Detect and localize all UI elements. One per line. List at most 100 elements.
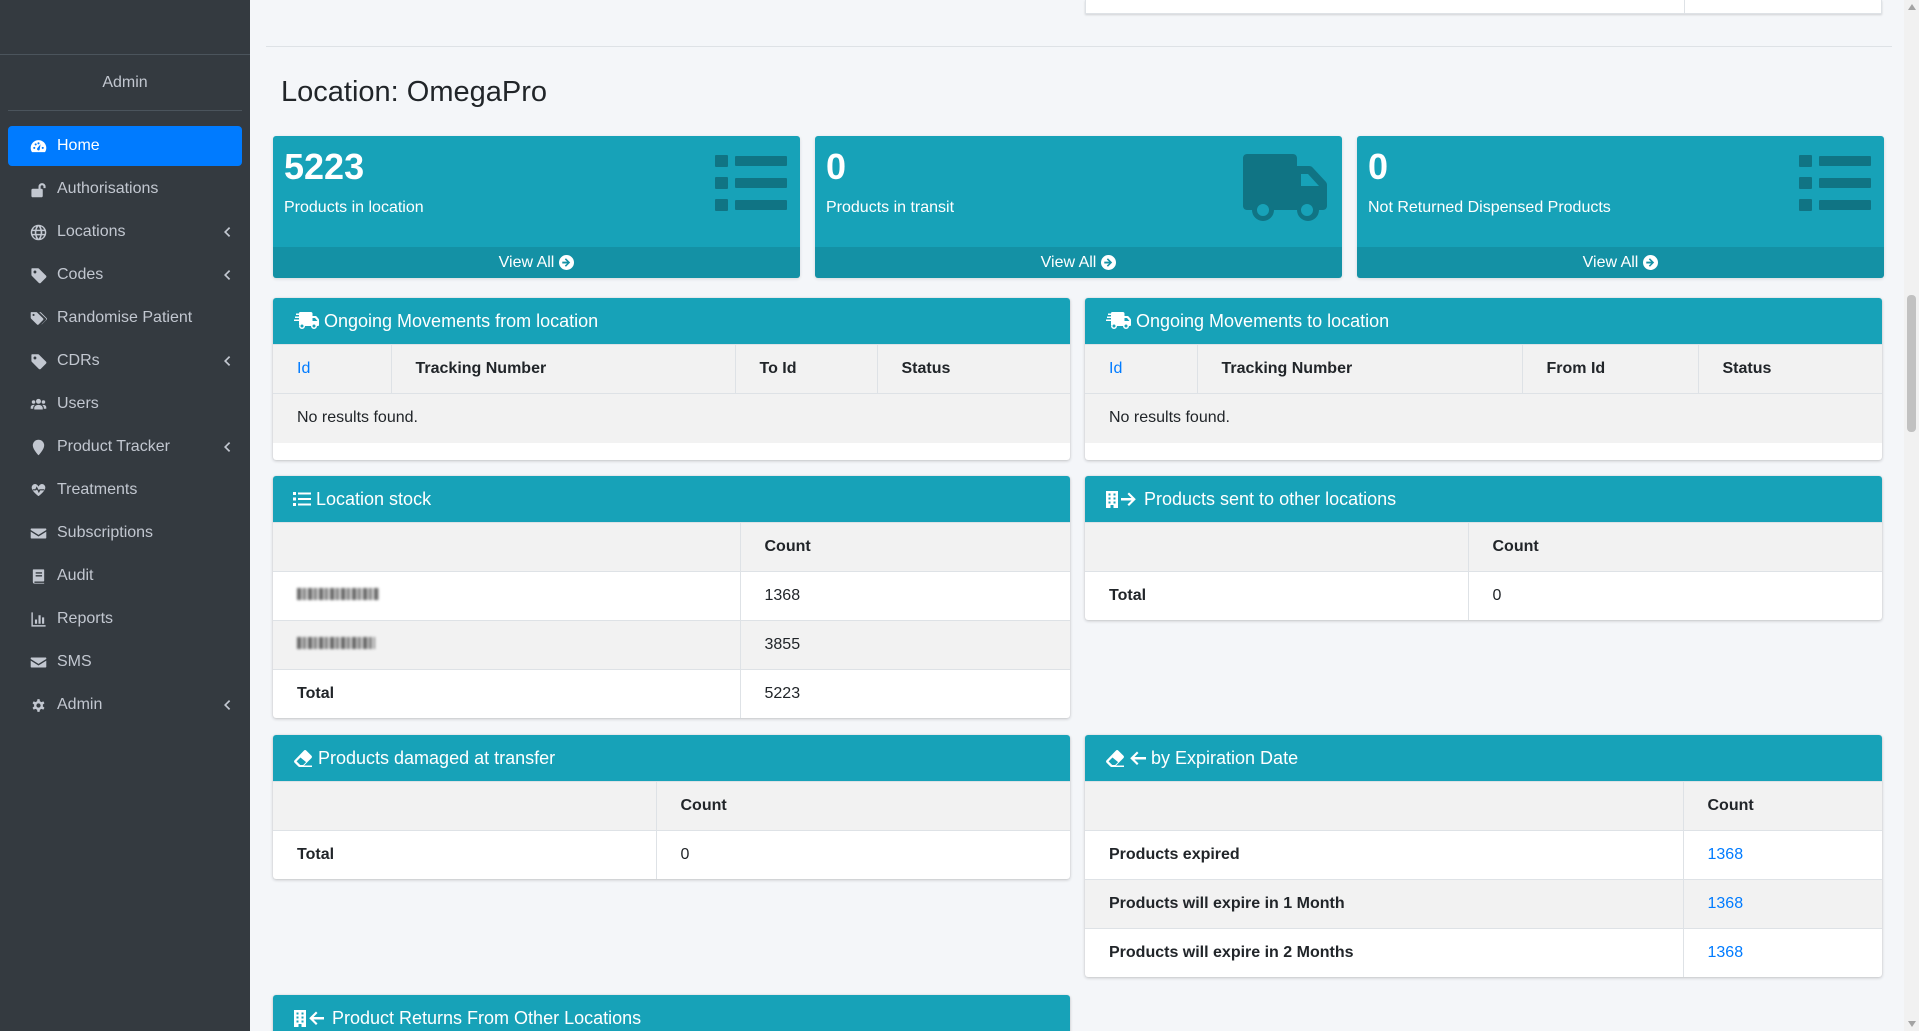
card-title: by Expiration Date: [1151, 747, 1299, 768]
total-row: Total 0: [1085, 571, 1882, 620]
column-header-id[interactable]: Id: [273, 344, 391, 394]
globe-icon: [28, 223, 48, 241]
sidebar-item-authorisations[interactable]: Authorisations: [8, 169, 242, 209]
card-header: Ongoing Movements from location: [273, 298, 1070, 344]
previous-section-table: [1085, 0, 1882, 14]
card-title: Ongoing Movements to location: [1136, 310, 1390, 331]
table-row: Products expired 1368: [1085, 830, 1882, 880]
arrow-left-icon: [1130, 749, 1146, 767]
tag-icon: [28, 352, 48, 370]
column-header-label: [1085, 522, 1468, 572]
sidebar-item-label: CDRs: [57, 352, 100, 369]
product-count: 1368: [739, 571, 1070, 621]
card-header: Ongoing Movements to location: [1085, 298, 1882, 344]
product-returns-card: Product Returns From Other Locations: [273, 995, 1070, 1031]
table-row: 1368: [273, 571, 1070, 621]
sidebar-item-codes[interactable]: Codes: [8, 255, 242, 295]
sidebar-nav: Home Authorisations Locations Codes Rand…: [0, 111, 250, 725]
sidebar-item-label: Users: [57, 395, 99, 412]
map-marker-icon: [28, 438, 48, 456]
view-all-label: View All: [1582, 253, 1639, 271]
column-header-from-id: From Id: [1521, 344, 1698, 394]
card-title: Products sent to other locations: [1144, 488, 1397, 509]
column-header-label: [273, 781, 656, 831]
sidebar-item-label: Locations: [57, 223, 126, 240]
sidebar-item-label: SMS: [57, 653, 92, 670]
sidebar-item-reports[interactable]: Reports: [8, 599, 242, 639]
sidebar-item-treatments[interactable]: Treatments: [8, 470, 242, 510]
movements-from-table: Id Tracking Number To Id Status No resul…: [273, 344, 1070, 443]
unlock-icon: [28, 180, 48, 198]
user-name[interactable]: Admin: [102, 74, 147, 92]
box-label: Products in transit: [826, 199, 955, 216]
movements-to-table: Id Tracking Number From Id Status No res…: [1085, 344, 1882, 443]
empty-message: No results found.: [1085, 393, 1882, 443]
total-label: Total: [273, 669, 740, 718]
page-scrollbar[interactable]: [1904, 0, 1919, 1031]
expiration-count: 1368: [1682, 830, 1882, 880]
sidebar-item-cdrs[interactable]: CDRs: [8, 341, 242, 381]
not-returned-dispensed-box: 0 Not Returned Dispensed Products View A…: [1357, 136, 1884, 278]
location-title: Location: OmegaPro: [281, 76, 547, 108]
scroll-thumb[interactable]: [1907, 295, 1916, 432]
expiration-label: Products will expire in 1 Month: [1085, 879, 1683, 929]
expiration-label: Products expired: [1085, 830, 1683, 880]
sidebar-item-label: Treatments: [57, 481, 138, 498]
scroll-up-arrow[interactable]: [1908, 4, 1916, 10]
tag-icon: [28, 266, 48, 284]
view-all-link[interactable]: View All: [1357, 247, 1884, 278]
chevron-left-icon: [222, 442, 232, 452]
card-header: Location stock: [273, 476, 1070, 522]
chevron-left-icon: [222, 270, 232, 280]
column-header-to-id: To Id: [734, 344, 877, 394]
count-link[interactable]: 1368: [1708, 895, 1744, 912]
view-all-link[interactable]: View All: [273, 247, 800, 278]
arrow-circle-right-icon: [1101, 255, 1117, 270]
column-header-id[interactable]: Id: [1085, 344, 1197, 394]
product-count: 3855: [739, 620, 1070, 670]
count-link[interactable]: 1368: [1708, 846, 1744, 863]
expiration-count: 1368: [1682, 879, 1882, 929]
user-panel[interactable]: Admin: [8, 55, 242, 111]
view-all-label: View All: [1040, 253, 1097, 271]
sidebar: Admin Home Authorisations Locations Code…: [0, 0, 250, 1031]
column-header-count: Count: [1467, 522, 1882, 572]
tags-icon: [28, 309, 48, 327]
card-title: Ongoing Movements from location: [324, 310, 599, 331]
table-row: Products will expire in 1 Month 1368: [1085, 879, 1882, 929]
card-header: Products sent to other locations: [1085, 476, 1882, 522]
expiration-table: Count Products expired 1368 Products wil…: [1085, 781, 1882, 977]
box-value: 0: [826, 146, 847, 187]
sidebar-item-randomise-patient[interactable]: Randomise Patient: [8, 298, 242, 338]
sidebar-item-locations[interactable]: Locations: [8, 212, 242, 252]
main-content: Location: OmegaPro 5223 Products in loca…: [266, 0, 1892, 1031]
box-value: 0: [1368, 146, 1389, 187]
card-header: Product Returns From Other Locations: [273, 995, 1070, 1031]
building-arrow-right-icon: [1105, 490, 1139, 508]
sidebar-item-audit[interactable]: Audit: [8, 556, 242, 596]
envelope-icon: [28, 524, 48, 542]
sidebar-item-product-tracker[interactable]: Product Tracker: [8, 427, 242, 467]
users-icon: [28, 395, 48, 413]
shipping-fast-icon: [293, 312, 319, 330]
column-header-status: Status: [1697, 344, 1882, 394]
card-title: Products damaged at transfer: [318, 747, 556, 768]
column-header-count: Count: [1682, 781, 1882, 831]
sidebar-item-subscriptions[interactable]: Subscriptions: [8, 513, 242, 553]
view-all-link[interactable]: View All: [815, 247, 1342, 278]
view-all-label: View All: [498, 253, 555, 271]
chevron-left-icon: [222, 227, 232, 237]
total-label: Total: [1085, 571, 1468, 620]
card-header: by Expiration Date: [1085, 735, 1882, 781]
chevron-left-icon: [222, 700, 232, 710]
sidebar-item-home[interactable]: Home: [8, 126, 242, 166]
sidebar-item-admin[interactable]: Admin: [8, 685, 242, 725]
count-link[interactable]: 1368: [1708, 944, 1744, 961]
sidebar-item-users[interactable]: Users: [8, 384, 242, 424]
total-row: Total 5223: [273, 669, 1070, 718]
box-value: 5223: [284, 146, 365, 187]
product-name: [273, 571, 740, 621]
sidebar-item-sms[interactable]: SMS: [8, 642, 242, 682]
total-row: Total 0: [273, 830, 1070, 879]
scroll-down-arrow[interactable]: [1908, 1021, 1916, 1027]
